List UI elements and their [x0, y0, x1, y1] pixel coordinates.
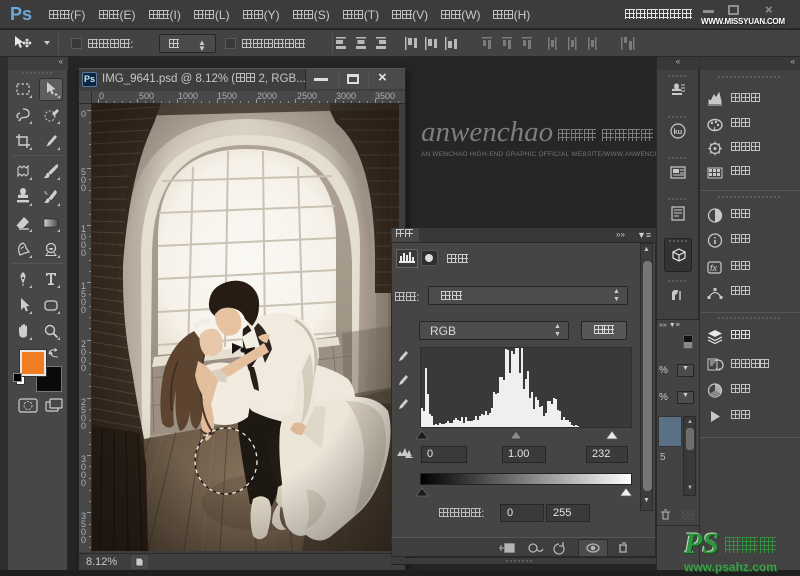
svg-text:ku: ku	[674, 127, 683, 136]
svg-text:!: !	[410, 450, 413, 459]
svg-text:fx: fx	[710, 263, 718, 273]
